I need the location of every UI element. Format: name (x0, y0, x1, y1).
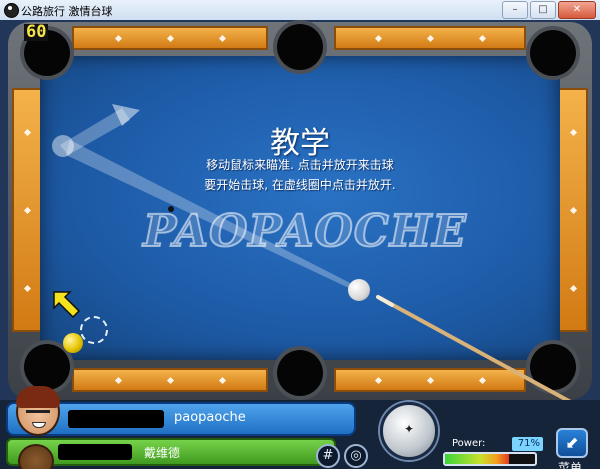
game-canvas[interactable]: 60 教学 移动鼠标来瞄准. 点击并放开来击球 要开始击球, 在虚线圈中点击并放… (0, 20, 600, 469)
power-label: Power: (452, 438, 486, 449)
player1-name: paopaoche (174, 410, 246, 425)
window-controls: – □ ✕ (502, 1, 596, 19)
grid-icon-button[interactable]: # (316, 444, 340, 468)
hint-arrow-icon (53, 291, 81, 319)
menu-label: 菜单 (558, 461, 583, 469)
target-icon-button[interactable]: ◎ (344, 444, 368, 468)
window-titlebar[interactable]: 公路旅行 激情台球 – □ ✕ (0, 0, 600, 21)
avatar-mouth (32, 422, 46, 428)
player2-bar: 戴维德 (6, 438, 336, 466)
cue-placement-ring[interactable] (80, 316, 108, 344)
hud-panel: paopaoche 戴维德 # ◎ ✦ Power: 71% ⬋ 菜单 (0, 386, 600, 469)
eight-ball-app-icon (4, 3, 19, 18)
menu-arrow-icon: ⬋ (565, 433, 579, 452)
player2-name: 戴维德 (144, 446, 181, 460)
pocket-top-middle (277, 24, 323, 70)
window-title: 公路旅行 激情台球 (21, 5, 113, 18)
tutorial-instruction-line-2: 要开始击球, 在虚线圈中点击并放开. (204, 178, 396, 192)
pocket-bottom-left (24, 344, 70, 390)
spin-control-ball[interactable]: ✦ (380, 402, 438, 460)
close-button[interactable]: ✕ (558, 1, 596, 19)
maximize-button[interactable]: □ (530, 1, 556, 19)
player1-avatar (16, 386, 60, 436)
ghost-ball (52, 135, 74, 157)
tutorial-instruction-line-1: 移动鼠标来瞄准. 点击并放开来击球 (206, 158, 394, 172)
pocket-bottom-middle (277, 350, 323, 396)
target-marker (168, 206, 174, 212)
power-percent: 71% (512, 437, 543, 451)
minimize-button[interactable]: – (502, 1, 528, 19)
fps-counter: 60 (24, 22, 49, 42)
spin-crosshair-icon: ✦ (403, 422, 415, 436)
power-meter (443, 452, 537, 466)
cue-ball[interactable] (348, 279, 370, 301)
menu-button[interactable]: ⬋ (556, 428, 588, 458)
power-meter-fill (445, 454, 509, 464)
watermark-logo: PAOPAOCHE (142, 205, 467, 258)
yellow-ball (63, 333, 83, 353)
pocket-bottom-right (530, 344, 576, 390)
pocket-top-right (530, 30, 576, 76)
player1-score-box (68, 410, 164, 428)
player2-score-box (58, 444, 132, 460)
avatar-eyes (26, 410, 50, 419)
avatar-hair (16, 386, 60, 408)
